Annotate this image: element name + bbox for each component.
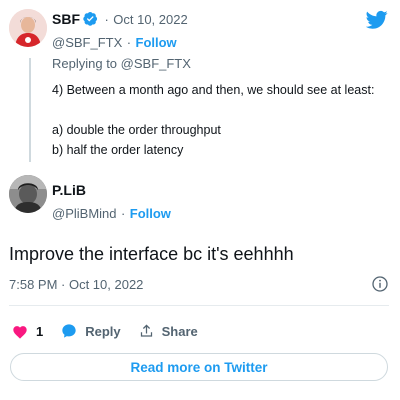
share-button[interactable]: Share [139,323,198,339]
read-more-on-twitter-button[interactable]: Read more on Twitter [10,353,388,381]
tweet-timestamp[interactable]: 7:58 PM · Oct 10, 2022 [9,277,143,292]
share-label: Share [161,323,198,339]
heart-icon [13,325,27,339]
reply-tweet-handle-row: @SBF_FTX · Follow [52,35,177,50]
twitter-logo-icon[interactable] [366,10,388,30]
like-count: 1 [36,323,44,339]
reply-tweet-date[interactable]: Oct 10, 2022 [113,12,187,27]
author-handle[interactable]: @SBF_FTX [52,35,122,50]
info-icon[interactable] [372,276,388,292]
reply-button[interactable]: Reply [61,323,121,339]
follow-plib-button[interactable]: Follow [130,206,171,221]
main-tweet-text: Improve the interface bc it's eehhhh [9,244,294,264]
author-handle[interactable]: @PliBMind [52,206,117,221]
reply-tweet-line-2: a) double the order throughput [52,123,221,137]
tweet-embed-card: SBF · Oct 10, 2022 @SBF_FTX · Follow Rep… [0,0,400,400]
like-button[interactable]: 1 [12,324,43,339]
author-name[interactable]: P.LiB [52,182,86,198]
follow-sbf-button[interactable]: Follow [136,35,177,50]
reply-tweet-line-3: b) half the order latency [52,143,184,157]
reply-bubble-icon [62,324,76,338]
reply-tweet-line-1: 4) Between a month ago and then, we shou… [52,83,375,97]
share-icon [140,324,152,337]
reply-label: Reply [85,323,121,339]
replying-to-label: Replying to @SBF_FTX [52,56,191,71]
reply-tweet-header: SBF · Oct 10, 2022 [52,11,188,27]
avatar-plib[interactable] [9,175,47,213]
author-name[interactable]: SBF [52,11,80,27]
thread-connector-line [29,58,31,162]
avatar-sbf-image [9,9,47,47]
tweet-actions-bar: 1 Reply Share [12,320,216,342]
main-tweet-header: P.LiB [52,182,86,200]
divider [9,305,389,306]
main-tweet-handle-row: @PliBMind · Follow [52,206,171,221]
verified-badge-icon [83,11,98,26]
avatar-sbf[interactable] [9,9,47,47]
avatar-plib-image [9,175,47,213]
